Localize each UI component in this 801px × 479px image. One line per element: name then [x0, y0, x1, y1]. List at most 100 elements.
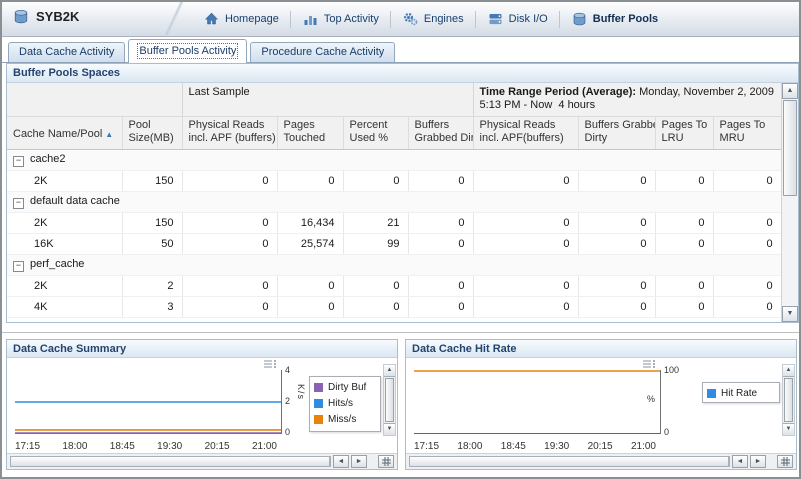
time-range-group-header: Time Range Period (Average): Monday, Nov…	[473, 83, 781, 117]
legend-item: Dirty Buf	[314, 379, 376, 395]
chart-vertical-scrollbar[interactable]: ▲ ▼	[383, 364, 396, 436]
y-axis-label: %	[647, 394, 655, 404]
legend-item: Miss/s	[314, 411, 376, 427]
collapse-icon[interactable]: −	[13, 261, 24, 272]
hit-rate-chart-plot	[414, 370, 660, 434]
x-tick: 21:00	[631, 441, 656, 452]
table-row-cache2-2k[interactable]: 2K 150 0 0 0 0 0 0 0 0	[7, 171, 781, 192]
scroll-up-button[interactable]: ▲	[782, 83, 798, 99]
chart-vertical-scrollbar[interactable]: ▲ ▼	[782, 364, 795, 436]
table-row-default-16k[interactable]: 16K 50 0 25,574 99 0 0 0 0 0	[7, 234, 781, 255]
table-row-perf-4k[interactable]: 4K 3 0 0 0 0 0 0 0 0	[7, 297, 781, 318]
scrollbar-track[interactable]	[409, 456, 730, 467]
column-header-pages-to-mru[interactable]: Pages ToMRU	[713, 117, 781, 150]
horizontal-splitter[interactable]	[2, 332, 799, 333]
group-row-cache2[interactable]: −cache2	[7, 150, 781, 171]
scroll-right-button[interactable]: ►	[351, 455, 367, 468]
column-header-pages-touched[interactable]: PagesTouched	[277, 117, 343, 150]
chart-legend: Hit Rate	[702, 382, 780, 403]
nav-separator	[290, 11, 291, 28]
column-header-buffers-grabbed-dirty-avg[interactable]: Buffers GrabbedDirty	[578, 117, 655, 150]
x-tick: 17:15	[15, 441, 40, 452]
x-tick: 19:30	[544, 441, 569, 452]
tab-procedure-cache-activity[interactable]: Procedure Cache Activity	[250, 42, 395, 62]
panel-title: Buffer Pools Spaces	[7, 64, 798, 83]
nav-engines[interactable]: Engines	[393, 7, 473, 31]
y-tick: 2	[285, 396, 290, 406]
group-row-perf-cache[interactable]: −perf_cache	[7, 255, 781, 276]
home-icon	[203, 11, 220, 27]
collapse-icon[interactable]: −	[13, 198, 24, 209]
x-tick: 21:00	[252, 441, 277, 452]
data-cache-summary-panel: Data Cache Summary 4 2 0 K/s Dirty Buf H…	[6, 339, 398, 470]
x-tick: 18:00	[457, 441, 482, 452]
scrollbar-track[interactable]	[10, 456, 331, 467]
nav-separator	[559, 11, 560, 28]
disk-icon	[487, 11, 504, 27]
column-header-pool-size[interactable]: PoolSize(MB)	[122, 117, 182, 150]
scroll-down-button[interactable]: ▼	[783, 423, 794, 435]
scrollbar-thumb[interactable]	[11, 457, 330, 466]
cache-group-name: default data cache	[30, 195, 120, 207]
column-header-pages-to-lru[interactable]: Pages ToLRU	[655, 117, 713, 150]
scrollbar-thumb[interactable]	[410, 457, 729, 466]
table-row-default-2k[interactable]: 2K 150 0 16,434 21 0 0 0 0 0	[7, 213, 781, 234]
chart-horizontal-scrollbar[interactable]: ◄ ►	[406, 453, 796, 469]
nav-separator	[390, 11, 391, 28]
group-row-default-data-cache[interactable]: −default data cache	[7, 192, 781, 213]
tab-data-cache-activity[interactable]: Data Cache Activity	[8, 42, 125, 62]
nav-disk-io[interactable]: Disk I/O	[478, 7, 557, 31]
legend-item: Hit Rate	[707, 385, 775, 401]
column-header-physical-reads-avg[interactable]: Physical Readsincl. APF(buffers)	[473, 117, 578, 150]
sort-ascending-icon: ▲	[105, 130, 113, 139]
y-tick: 0	[285, 427, 290, 437]
buffer-pools-spaces-panel: Buffer Pools Spaces Last Sample Time Ran…	[6, 63, 799, 323]
table-vertical-scrollbar[interactable]: ▲ ▼	[781, 83, 798, 322]
scrollbar-thumb[interactable]	[784, 378, 793, 422]
x-tick: 20:15	[588, 441, 613, 452]
scroll-left-button[interactable]: ◄	[333, 455, 349, 468]
scroll-right-button[interactable]: ►	[750, 455, 766, 468]
x-axis-labels: 17:15 18:00 18:45 19:30 20:15 21:00	[406, 441, 796, 453]
y-tick: 0	[664, 427, 669, 437]
scrollbar-thumb[interactable]	[385, 378, 394, 422]
y-tick: 4	[285, 365, 290, 375]
top-header-bar: SYB2K Homepage Top Activity	[2, 2, 799, 37]
zoom-grid-button[interactable]	[378, 455, 394, 468]
group-header-empty	[7, 83, 182, 117]
scroll-down-button[interactable]: ▼	[384, 423, 395, 435]
chart-horizontal-scrollbar[interactable]: ◄ ►	[7, 453, 397, 469]
summary-chart-plot	[15, 370, 281, 434]
column-header-physical-reads[interactable]: Physical Readsincl. APF (buffers)	[182, 117, 277, 150]
header-divider-decoration	[152, 2, 196, 35]
zoom-grid-button[interactable]	[777, 455, 793, 468]
collapse-icon[interactable]: −	[13, 156, 24, 167]
pool-name: 16K	[7, 234, 122, 255]
tab-buffer-pools-activity[interactable]: Buffer Pools Activity	[128, 39, 247, 63]
gears-icon	[402, 11, 419, 27]
x-tick: 20:15	[205, 441, 230, 452]
y-axis-label: K/s	[296, 384, 306, 400]
table-row-perf-2k[interactable]: 2K 2 0 0 0 0 0 0 0 0	[7, 276, 781, 297]
series-color-swatch	[314, 399, 323, 408]
x-axis-labels: 17:15 18:00 18:45 19:30 20:15 21:00	[7, 441, 397, 453]
system-name: SYB2K	[36, 9, 79, 24]
series-color-swatch	[707, 389, 716, 398]
scroll-up-button[interactable]: ▲	[384, 365, 395, 377]
scrollbar-thumb[interactable]	[783, 100, 797, 196]
scrollbar-track[interactable]	[782, 99, 798, 306]
column-header-percent-used[interactable]: PercentUsed %	[343, 117, 408, 150]
column-header-cache-name[interactable]: Cache Name/Pool▲	[7, 117, 122, 150]
column-header-buffers-grabbed-dirty[interactable]: BuffersGrabbed Dirty	[408, 117, 473, 150]
scroll-left-button[interactable]: ◄	[732, 455, 748, 468]
pool-name: 2K	[7, 276, 122, 297]
nav-homepage[interactable]: Homepage	[194, 7, 288, 31]
x-tick: 18:45	[501, 441, 526, 452]
nav-top-activity[interactable]: Top Activity	[293, 7, 388, 31]
table-region: Last Sample Time Range Period (Average):…	[7, 83, 798, 322]
pool-name: 2K	[7, 213, 122, 234]
nav-buffer-pools[interactable]: Buffer Pools	[562, 7, 667, 31]
scroll-down-button[interactable]: ▼	[782, 306, 798, 322]
main-nav: Homepage Top Activity Engines	[194, 5, 667, 33]
scroll-up-button[interactable]: ▲	[783, 365, 794, 377]
